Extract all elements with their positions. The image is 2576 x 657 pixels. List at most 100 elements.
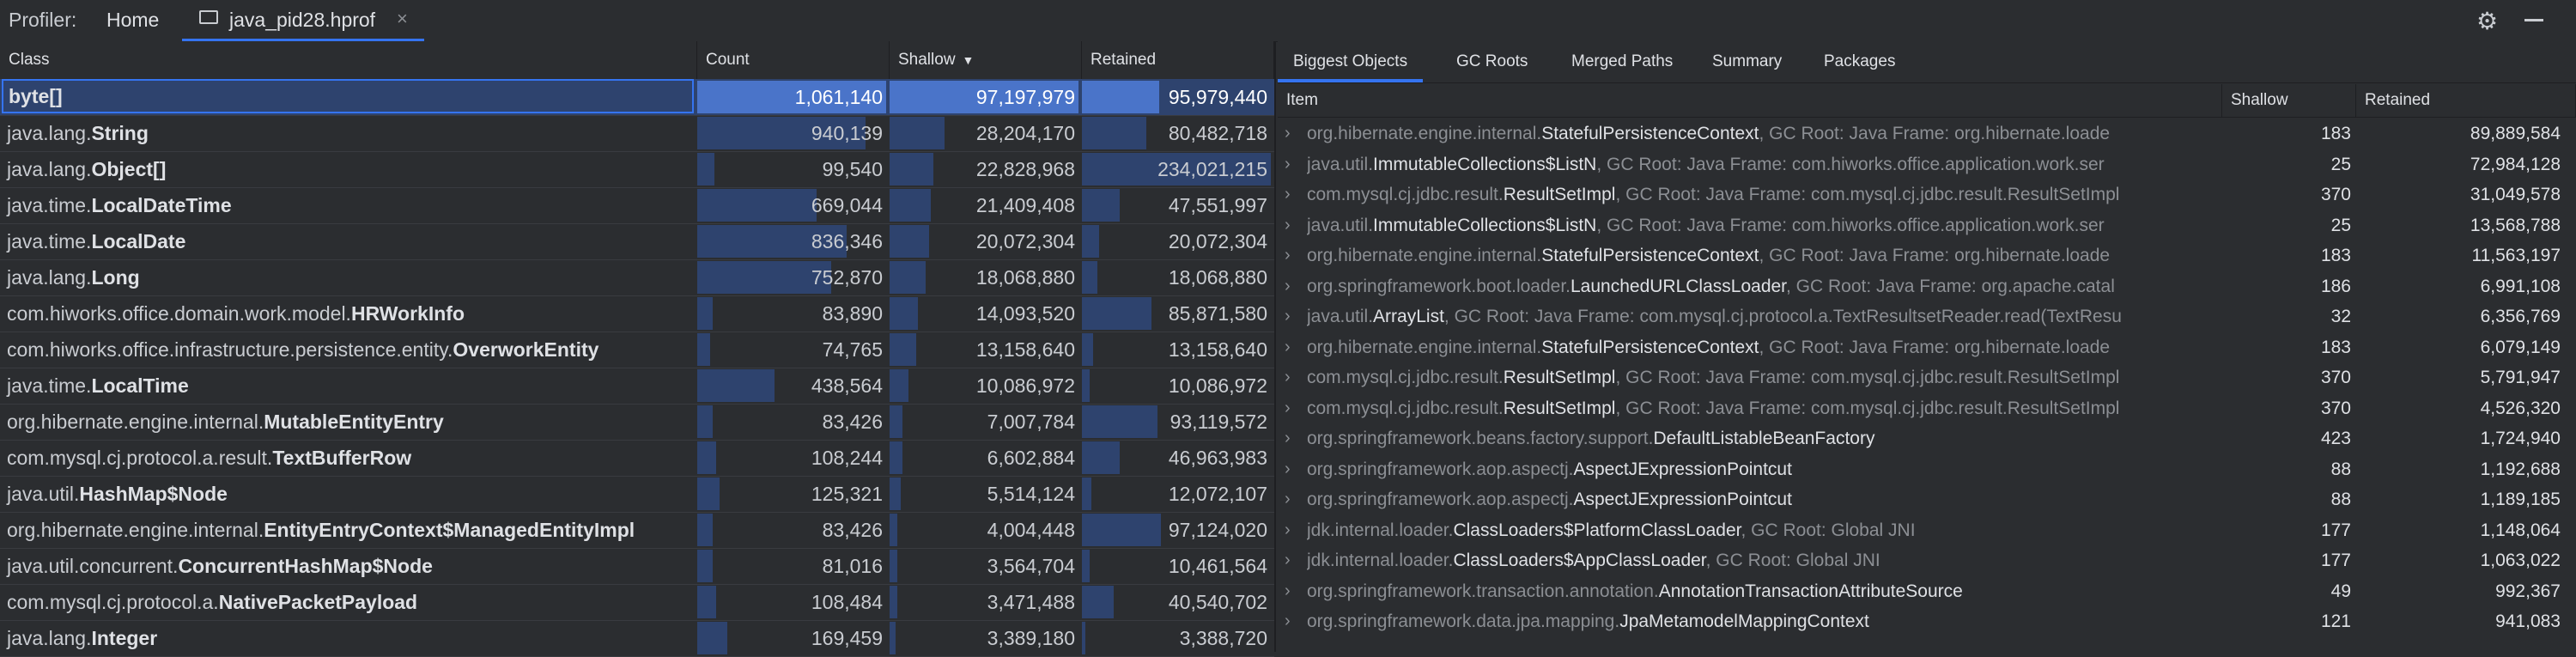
close-icon[interactable]: ×: [397, 8, 408, 30]
count-bar: [697, 550, 713, 582]
gear-icon[interactable]: ⚙: [2476, 7, 2498, 35]
column-header-shallow[interactable]: Shallow: [2222, 84, 2356, 117]
tab-merged-paths[interactable]: Merged Paths: [1556, 41, 1688, 82]
minimize-icon[interactable]: [2524, 19, 2543, 21]
object-class-name: ClassLoaders$AppClassLoader: [1453, 551, 1706, 570]
object-row[interactable]: › org.springframework.data.jpa.mapping.Jp…: [1278, 606, 2576, 636]
table-row[interactable]: java.util.concurrent.ConcurrentHashMap$N…: [0, 548, 1274, 585]
shallow-cell: 5,514,124: [890, 476, 1082, 512]
retained-cell: 46,963,983: [1082, 440, 1274, 476]
table-row[interactable]: com.mysql.cj.protocol.a.NativePacketPayl…: [0, 584, 1274, 621]
column-header-retained[interactable]: Retained: [2356, 84, 2576, 117]
retained-bar: [1082, 441, 1120, 474]
class-simple-name: LocalDateTime: [91, 194, 232, 216]
object-row[interactable]: › org.springframework.boot.loader.Launche…: [1278, 271, 2576, 301]
table-row[interactable]: com.hiworks.office.domain.work.model.HRW…: [0, 295, 1274, 332]
object-row[interactable]: › com.mysql.cj.jdbc.result.ResultSetImpl,…: [1278, 393, 2576, 423]
object-row[interactable]: › java.util.ImmutableCollections$ListN, G…: [1278, 149, 2576, 179]
chevron-right-icon[interactable]: ›: [1285, 210, 1291, 240]
tab-hprof-file[interactable]: java_pid28.hprof ×: [182, 0, 424, 42]
chevron-right-icon[interactable]: ›: [1285, 179, 1291, 210]
tab-biggest-objects[interactable]: Biggest Objects: [1278, 41, 1424, 82]
panel-splitter[interactable]: [1274, 41, 1276, 652]
object-row[interactable]: › org.hibernate.engine.internal.StatefulP…: [1278, 332, 2576, 362]
chevron-right-icon[interactable]: ›: [1285, 423, 1291, 453]
count-value: 1,061,140: [794, 86, 883, 108]
retained-value: 85,871,580: [1168, 302, 1267, 325]
retained-value: 80,482,718: [1168, 122, 1267, 144]
chevron-right-icon[interactable]: ›: [1285, 332, 1291, 362]
chevron-right-icon[interactable]: ›: [1285, 576, 1291, 606]
shallow-value: 13,158,640: [975, 338, 1075, 361]
retained-cell: 10,461,564: [1082, 548, 1274, 584]
retained-value: 1,192,688: [2480, 459, 2561, 479]
table-row[interactable]: byte[] 1,061,140 97,197,979 95,979,440: [0, 79, 1274, 116]
class-simple-name: HRWorkInfo: [350, 302, 465, 325]
object-class-name: ClassLoaders$PlatformClassLoader: [1453, 520, 1741, 540]
count-value: 99,540: [822, 158, 883, 180]
chevron-right-icon[interactable]: ›: [1285, 149, 1291, 179]
column-header-count[interactable]: Count: [697, 41, 890, 79]
count-cell: 83,426: [697, 404, 890, 440]
table-row[interactable]: org.hibernate.engine.internal.MutableEnt…: [0, 404, 1274, 441]
object-row[interactable]: › java.util.ImmutableCollections$ListN, G…: [1278, 210, 2576, 240]
object-row[interactable]: › com.mysql.cj.jdbc.result.ResultSetImpl,…: [1278, 179, 2576, 210]
tab-packages[interactable]: Packages: [1808, 41, 1911, 82]
chevron-right-icon[interactable]: ›: [1285, 362, 1291, 392]
retained-cell: 3,388,720: [1082, 620, 1274, 656]
object-class-name: LaunchedURLClassLoader: [1571, 277, 1787, 296]
column-header-item[interactable]: Item: [1278, 84, 2222, 117]
column-header-shallow[interactable]: Shallow ▼: [890, 41, 1082, 79]
column-header-retained[interactable]: Retained: [1082, 41, 1274, 79]
chevron-right-icon[interactable]: ›: [1285, 545, 1291, 575]
table-row[interactable]: org.hibernate.engine.internal.EntityEntr…: [0, 512, 1274, 549]
shallow-cell: 28,204,170: [890, 115, 1082, 151]
chevron-right-icon[interactable]: ›: [1285, 240, 1291, 271]
object-row[interactable]: › org.springframework.transaction.annotat…: [1278, 576, 2576, 606]
shallow-value: 21,409,408: [975, 194, 1075, 216]
object-row[interactable]: › jdk.internal.loader.ClassLoaders$AppCla…: [1278, 545, 2576, 575]
table-row[interactable]: java.util.HashMap$Node 125,321 5,514,124 12…: [0, 476, 1274, 513]
chevron-right-icon[interactable]: ›: [1285, 515, 1291, 545]
chevron-right-icon[interactable]: ›: [1285, 606, 1291, 636]
shallow-value: 121: [2320, 611, 2351, 631]
object-row[interactable]: › org.hibernate.engine.internal.StatefulP…: [1278, 119, 2576, 149]
count-value: 125,321: [811, 483, 883, 505]
shallow-value: 20,072,304: [975, 230, 1075, 252]
count-value: 108,484: [811, 591, 883, 613]
object-row[interactable]: › org.springframework.beans.factory.suppo…: [1278, 423, 2576, 453]
table-row[interactable]: java.lang.String 940,139 28,204,170 80,482,…: [0, 115, 1274, 152]
tab-summary[interactable]: Summary: [1697, 41, 1797, 82]
column-header-class[interactable]: Class: [0, 41, 697, 79]
chevron-right-icon[interactable]: ›: [1285, 393, 1291, 423]
retained-bar: [1082, 333, 1093, 366]
chevron-right-icon[interactable]: ›: [1285, 119, 1291, 149]
chevron-right-icon[interactable]: ›: [1285, 271, 1291, 301]
object-row[interactable]: › java.util.ArrayList, GC Root: Java Fram…: [1278, 301, 2576, 332]
object-row[interactable]: › org.springframework.aop.aspectj.AspectJ…: [1278, 484, 2576, 514]
class-simple-name: LocalTime: [91, 374, 189, 397]
table-row[interactable]: java.time.LocalDateTime 669,044 21,409,408…: [0, 187, 1274, 224]
table-row[interactable]: java.lang.Long 752,870 18,068,880 18,068,88…: [0, 259, 1274, 296]
tab-gc-roots[interactable]: GC Roots: [1441, 41, 1543, 82]
object-item: java.util.ArrayList, GC Root: Java Frame…: [1307, 301, 2217, 332]
count-value: 83,426: [822, 519, 883, 541]
chevron-right-icon[interactable]: ›: [1285, 454, 1291, 484]
chevron-right-icon[interactable]: ›: [1285, 484, 1291, 514]
count-bar: [697, 333, 710, 366]
table-row[interactable]: com.hiworks.office.infrastructure.persis…: [0, 332, 1274, 368]
table-row[interactable]: java.time.LocalDate 836,346 20,072,304 20,0…: [0, 223, 1274, 260]
table-row[interactable]: java.lang.Object[] 99,540 22,828,968 234,02…: [0, 151, 1274, 188]
object-row[interactable]: › org.hibernate.engine.internal.StatefulP…: [1278, 240, 2576, 271]
object-row[interactable]: › com.mysql.cj.jdbc.result.ResultSetImpl,…: [1278, 362, 2576, 392]
chevron-right-icon[interactable]: ›: [1285, 301, 1291, 332]
object-class-name: ImmutableCollections$ListN: [1373, 155, 1597, 174]
shallow-value: 7,007,784: [987, 411, 1075, 433]
table-row[interactable]: java.time.LocalTime 438,564 10,086,972 10,0…: [0, 368, 1274, 405]
tab-home[interactable]: Home: [106, 9, 159, 32]
object-row[interactable]: › jdk.internal.loader.ClassLoaders$Platfo…: [1278, 515, 2576, 545]
count-value: 752,870: [811, 266, 883, 289]
object-row[interactable]: › org.springframework.aop.aspectj.AspectJ…: [1278, 454, 2576, 484]
retained-value: 18,068,880: [1168, 266, 1267, 289]
table-row[interactable]: com.mysql.cj.protocol.a.result.TextBuffe…: [0, 440, 1274, 477]
